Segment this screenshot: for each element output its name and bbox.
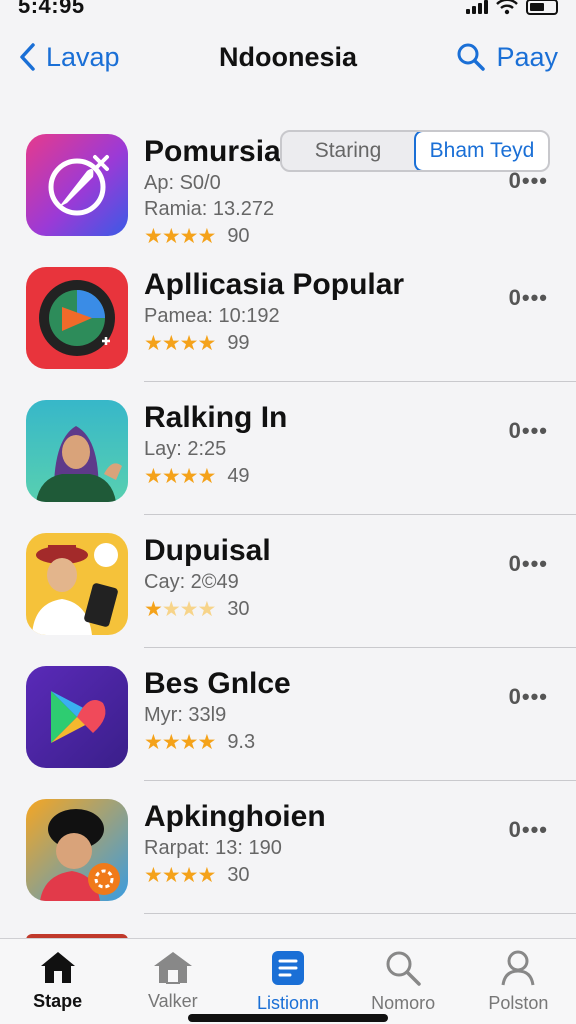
rating-count: 30: [227, 864, 250, 886]
person-icon: [501, 950, 535, 986]
app-subtitle: Cay: 2©49: [144, 571, 239, 593]
chevron-left-icon: [20, 43, 35, 71]
signal-icon: [466, 0, 488, 14]
app-icon: [26, 799, 128, 901]
rating-count: 99: [227, 332, 250, 354]
app-subtitle: Ap: S0/0: [144, 172, 221, 194]
person-phone-icon: [32, 543, 118, 635]
wifi-icon: [496, 0, 518, 15]
app-subtitle: Rarpat: 13: 190: [144, 837, 282, 859]
app-icon: [26, 533, 128, 635]
nav-bar: Lavap Ndoonesia Paay: [0, 28, 576, 86]
app-subtitle: Myr: 33l9: [144, 704, 227, 726]
search-icon: [386, 951, 421, 986]
app-subtitle: Lay: 2:25: [144, 438, 227, 460]
app-list: Pomursia Ap: S0/0 Ramia: 13.272 ★★★★ 90 …: [0, 116, 576, 914]
tab-label: Nomoro: [371, 993, 436, 1013]
app-subtitle: Pamea: 10:192: [144, 305, 280, 327]
tab-nomoro[interactable]: Nomoro: [348, 949, 458, 1024]
more-button[interactable]: 0•••: [509, 551, 548, 577]
person-photo-icon: [36, 426, 122, 502]
app-name: Pomursia: [144, 135, 281, 168]
list-icon: [271, 951, 304, 985]
more-button[interactable]: 0•••: [509, 817, 548, 843]
tab-listionn[interactable]: Listionn: [233, 949, 343, 1024]
rating-count: 9.3: [227, 731, 256, 753]
app-icon: [26, 267, 128, 369]
tab-valker[interactable]: Valker: [118, 949, 228, 1024]
list-item[interactable]: Apllicasia Popular Pamea: 10:192 ★★★★ 99…: [0, 249, 576, 382]
status-icons: [466, 0, 558, 15]
more-button[interactable]: 0•••: [509, 684, 548, 710]
app-subtitle-secondary: Ramia: 13.272: [144, 198, 275, 220]
rating-count: 49: [227, 465, 250, 487]
more-button[interactable]: 0•••: [509, 285, 548, 311]
house-outline-icon: [153, 952, 192, 984]
search-icon: [457, 43, 486, 71]
app-name: Apllicasia Popular: [144, 268, 405, 301]
tab-label: Listionn: [256, 993, 319, 1013]
tab-polston[interactable]: Polston: [463, 949, 573, 1024]
app-icon: [26, 666, 128, 768]
play-logo-icon: [51, 691, 106, 743]
star-rating-icon: ★★★★: [144, 598, 216, 621]
search-button[interactable]: Paay: [456, 42, 558, 73]
app-icon: [26, 400, 128, 502]
star-rating-icon: ★★★★: [144, 332, 216, 355]
list-item[interactable]: Apkinghoien Rarpat: 13: 190 ★★★★ 30 0•••: [0, 781, 576, 914]
camera-lens-icon: [39, 280, 115, 356]
list-item[interactable]: Ralking In Lay: 2:25 ★★★★ 49 0•••: [0, 382, 576, 515]
more-button[interactable]: 0•••: [509, 418, 548, 444]
star-rating-icon: ★★★★: [144, 731, 216, 754]
back-button[interactable]: Lavap: [18, 42, 120, 73]
app-icon: [26, 134, 128, 236]
segmented-control: Staring Bham Teyd: [280, 130, 550, 172]
tab-bar: Stape Valker Listionn Nomoro Polston: [0, 938, 576, 1024]
battery-icon: [526, 0, 558, 15]
search-label: Paay: [496, 41, 558, 72]
rating-count: 30: [227, 598, 250, 620]
tab-label: Polston: [488, 993, 549, 1013]
list-item[interactable]: Bes Gnlce Myr: 33l9 ★★★★ 9.3 0•••: [0, 648, 576, 781]
star-rating-icon: ★★★★: [144, 465, 216, 488]
tab-stape[interactable]: Stape: [3, 949, 113, 1024]
divider: [144, 913, 576, 914]
segment-option-staring[interactable]: Staring: [282, 132, 414, 170]
segment-option-selected[interactable]: Bham Teyd: [414, 132, 548, 170]
home-icon: [40, 952, 75, 983]
app-name: Bes Gnlce: [144, 667, 291, 700]
home-indicator[interactable]: [188, 1014, 388, 1022]
person-hat-icon: [40, 809, 120, 901]
list-item[interactable]: Dupuisal Cay: 2©49 ★★★★ 30 0•••: [0, 515, 576, 648]
back-label: Lavap: [46, 41, 120, 72]
app-name: Ralking In: [144, 401, 288, 434]
feather-logo-icon: [48, 155, 109, 216]
star-rating-icon: ★★★★: [144, 225, 216, 248]
tab-label: Stape: [33, 991, 83, 1011]
star-rating-icon: ★★★★: [144, 864, 216, 887]
status-bar: 5:4:95: [0, 0, 576, 22]
status-time: 5:4:95: [18, 0, 85, 18]
tab-label: Valker: [147, 991, 198, 1011]
app-name: Apkinghoien: [144, 800, 326, 833]
rating-count: 90: [227, 225, 250, 247]
app-name: Dupuisal: [144, 534, 271, 567]
